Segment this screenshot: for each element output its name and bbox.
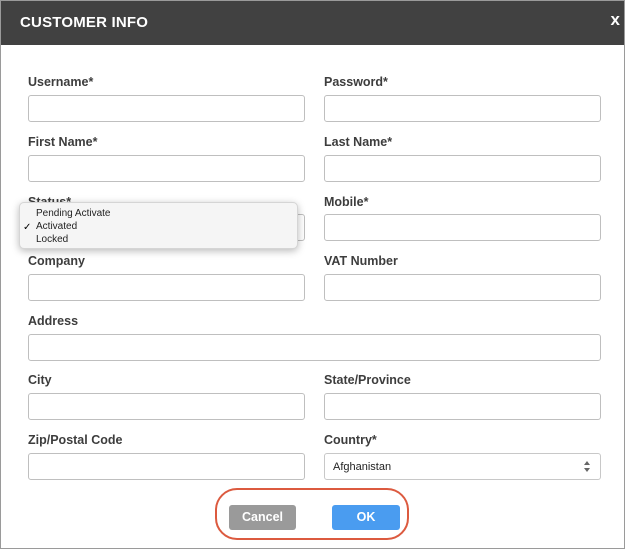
city-field[interactable] <box>28 393 305 420</box>
status-option-pending-activate[interactable]: Pending Activate <box>36 208 111 219</box>
address-label: Address <box>28 314 79 328</box>
last-name-field[interactable] <box>324 155 601 182</box>
vat-number-label: VAT Number <box>324 254 398 268</box>
dialog-title: CUSTOMER INFO <box>20 14 149 31</box>
ok-button[interactable]: OK <box>332 505 400 530</box>
dialog-titlebar: CUSTOMER INFO x <box>1 1 624 45</box>
username-label: Username* <box>28 75 94 89</box>
country-selected-value: Afghanistan <box>333 461 392 473</box>
country-select[interactable]: Afghanistan <box>324 453 601 480</box>
password-label: Password* <box>324 75 388 89</box>
zip-postal-code-field[interactable] <box>28 453 305 480</box>
zip-postal-code-label: Zip/Postal Code <box>28 433 123 447</box>
status-dropdown-menu: Pending Activate ✓ Activated Locked <box>19 202 298 249</box>
mobile-label: Mobile* <box>324 195 369 209</box>
country-label: Country* <box>324 433 377 447</box>
status-option-activated[interactable]: Activated <box>36 221 77 232</box>
company-label: Company <box>28 254 85 268</box>
mobile-field[interactable] <box>324 214 601 241</box>
status-option-locked[interactable]: Locked <box>36 234 68 245</box>
customer-info-dialog: CUSTOMER INFO x Username* Password* Firs… <box>0 0 625 549</box>
close-icon[interactable]: x <box>611 10 620 30</box>
checkmark-icon: ✓ <box>23 222 32 233</box>
username-field[interactable] <box>28 95 305 122</box>
first-name-label: First Name* <box>28 135 98 149</box>
select-arrows-icon <box>584 460 591 474</box>
cancel-button[interactable]: Cancel <box>229 505 296 530</box>
state-province-label: State/Province <box>324 373 411 387</box>
first-name-field[interactable] <box>28 155 305 182</box>
password-field[interactable] <box>324 95 601 122</box>
last-name-label: Last Name* <box>324 135 393 149</box>
city-label: City <box>28 373 52 387</box>
vat-number-field[interactable] <box>324 274 601 301</box>
address-field[interactable] <box>28 334 601 361</box>
state-province-field[interactable] <box>324 393 601 420</box>
company-field[interactable] <box>28 274 305 301</box>
